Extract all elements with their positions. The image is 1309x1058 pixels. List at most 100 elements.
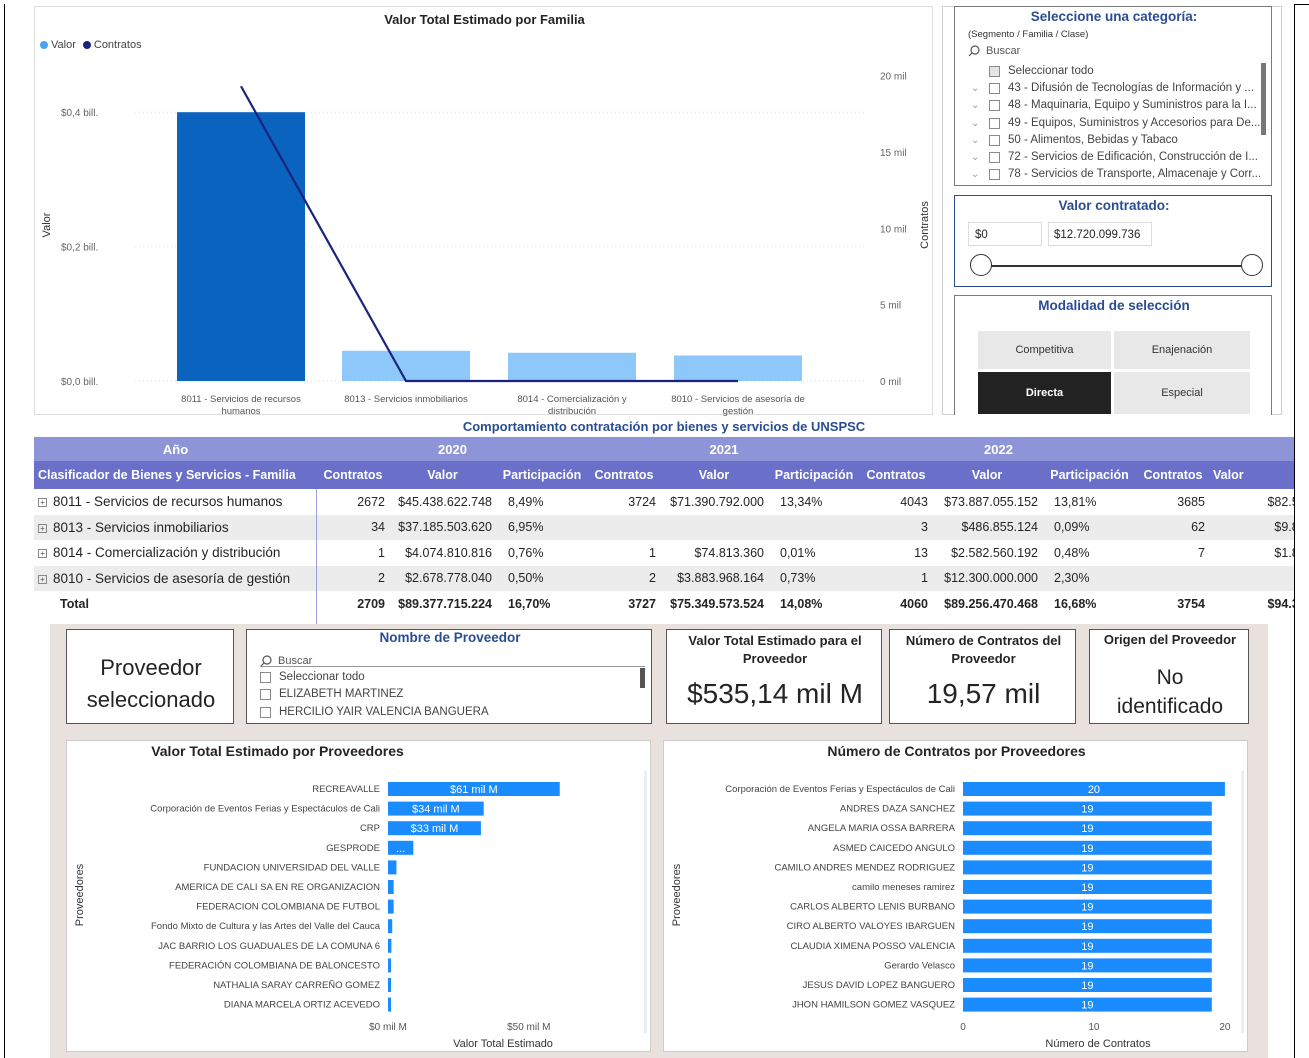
category-label: JHON HAMILSON GOMEZ VASQUEZ bbox=[792, 1000, 955, 1011]
checkbox-icon bbox=[260, 671, 271, 683]
year-2022-header: 2022 bbox=[860, 437, 1137, 461]
modality-slicer[interactable]: Modalidad de selección Competitiva Enaje… bbox=[954, 295, 1272, 415]
table-cell: $3.883.968.164 bbox=[660, 565, 768, 591]
kpi-value-title: Valor Total Estimado para el Proveedor bbox=[688, 633, 862, 666]
category-label: CLAUDIA XIMENA POSSO VALENCIA bbox=[790, 941, 955, 952]
expand-icon[interactable]: + bbox=[38, 523, 47, 533]
col-contratos[interactable]: Contratos bbox=[1137, 461, 1209, 489]
year-2021-header: 2021 bbox=[588, 437, 860, 461]
row-label: +8010 - Servicios de asesoría de gestión bbox=[34, 565, 317, 591]
col-valor[interactable]: Valor bbox=[932, 461, 1042, 489]
provider-item-label: Seleccionar todo bbox=[279, 671, 365, 683]
table-row[interactable]: +8011 - Servicios de recursos humanos 267… bbox=[34, 489, 1294, 515]
value-max-input[interactable]: $12.720.099.736 bbox=[1048, 222, 1152, 246]
range-min-handle[interactable] bbox=[970, 254, 992, 276]
category-select-all[interactable]: Seleccionar todo bbox=[989, 65, 1094, 77]
table-cell: 62 bbox=[1137, 514, 1209, 540]
matrix-title: Comportamiento contratación por bienes y… bbox=[462, 419, 866, 434]
matrix-total-row[interactable]: Total 2709 $89.377.715.224 16,70% 3727 $75.34… bbox=[34, 591, 1294, 617]
bar bbox=[388, 880, 394, 894]
bar bbox=[177, 112, 305, 381]
provider-scrollbar[interactable] bbox=[640, 668, 645, 688]
row-label-text: 8011 - Servicios de recursos humanos bbox=[53, 494, 283, 510]
col-valor[interactable]: Valor bbox=[660, 461, 768, 489]
family-chart-plot: $0,4 bill. $0,2 bill. $0,0 bill. 20 mil 15 m… bbox=[41, 72, 931, 416]
data-label: 19 bbox=[1081, 804, 1093, 816]
table-row[interactable]: +8014 - Comercialización y distribución 1… bbox=[34, 540, 1294, 566]
year-header: Año bbox=[34, 437, 317, 461]
modality-directa-button[interactable]: Directa bbox=[978, 372, 1111, 414]
provider-select-all[interactable]: Seleccionar todo bbox=[260, 671, 365, 683]
select-all-label: Seleccionar todo bbox=[1008, 65, 1094, 77]
value-min-input[interactable]: $0 bbox=[968, 222, 1042, 246]
table-cell: 2709 bbox=[357, 596, 385, 611]
expand-icon[interactable]: + bbox=[38, 574, 47, 584]
chart-scrollbar bbox=[644, 771, 647, 1033]
expand-icon[interactable]: + bbox=[38, 549, 47, 559]
col-contratos[interactable]: Contratos bbox=[860, 461, 932, 489]
provider-search[interactable]: Buscar bbox=[260, 650, 645, 667]
category-item[interactable]: ⌄ 50 - Alimentos, Bebidas y Tabaco bbox=[971, 134, 1178, 146]
col-contratos[interactable]: Contratos bbox=[317, 461, 389, 489]
col-valor[interactable]: Valor bbox=[1209, 461, 1294, 489]
category-item[interactable]: ⌄ 78 - Servicios de Transporte, Almacenaj… bbox=[971, 168, 1261, 180]
x-tick-label: 20 bbox=[1219, 1022, 1231, 1033]
provider-slicer[interactable]: Nombre de Proveedor Buscar Seleccionar t… bbox=[246, 629, 652, 724]
data-label: $61 mil M bbox=[450, 784, 498, 796]
row-label: +8013 - Servicios inmobiliarios bbox=[34, 514, 317, 540]
x-tick-label: humanos bbox=[221, 406, 260, 416]
row-label-text: 8014 - Comercialización y distribución bbox=[53, 545, 281, 561]
table-row[interactable]: +8010 - Servicios de asesoría de gestión… bbox=[34, 565, 1294, 591]
expand-icon[interactable]: + bbox=[38, 498, 47, 508]
table-cell: 2 bbox=[588, 565, 660, 591]
category-search[interactable]: Buscar bbox=[968, 45, 1020, 57]
col-participacion[interactable]: Participación bbox=[1042, 461, 1137, 489]
data-label: 19 bbox=[1081, 960, 1093, 972]
category-label: JESUS DAVID LOPEZ BANGUERO bbox=[803, 980, 955, 991]
provider-selected-card: Proveedor seleccionado bbox=[66, 629, 234, 724]
modality-especial-button[interactable]: Especial bbox=[1114, 372, 1250, 414]
category-label: camilo meneses ramirez bbox=[852, 882, 955, 893]
checkbox-icon bbox=[989, 134, 1000, 146]
col-contratos[interactable]: Contratos bbox=[588, 461, 660, 489]
category-slicer[interactable]: Seleccione una categoría: (Segmento / Fa… bbox=[954, 6, 1272, 186]
category-item[interactable]: ⌄ 49 - Equipos, Suministros y Accesorios … bbox=[971, 117, 1260, 129]
y-right-tick-label: 20 mil bbox=[880, 72, 907, 83]
category-label: CAMILO ANDRES MENDEZ RODRIGUEZ bbox=[774, 862, 955, 873]
kpi-count-title: Número de Contratos del Proveedor bbox=[905, 633, 1062, 666]
y-right-axis-title: Contratos bbox=[919, 201, 931, 249]
table-cell: $2.582.560.192 bbox=[951, 545, 1038, 560]
col-valor[interactable]: Valor bbox=[389, 461, 496, 489]
checkbox-icon bbox=[989, 82, 1000, 94]
row-header[interactable]: Clasificador de Bienes y Servicios - Fam… bbox=[34, 461, 317, 489]
provider-item[interactable]: ELIZABETH MARTINEZ bbox=[260, 688, 403, 700]
col-participacion[interactable]: Participación bbox=[496, 461, 588, 489]
data-label: $34 mil M bbox=[412, 804, 460, 816]
family-chart-panel[interactable]: Valor Total Estimado por Familia Valor C… bbox=[34, 6, 933, 416]
row-label: +8014 - Comercialización y distribución bbox=[34, 540, 317, 566]
category-label: FEDERACION COLOMBIANA DE FUTBOL bbox=[196, 902, 380, 913]
table-cell bbox=[1209, 565, 1294, 591]
provider-count-chart[interactable]: Número de Contratos por Proveedores Corp… bbox=[663, 740, 1248, 1052]
category-slicer-subtitle: (Segmento / Familia / Clase) bbox=[968, 29, 1089, 40]
col-participacion[interactable]: Participación bbox=[768, 461, 860, 489]
value-slicer[interactable]: Valor contratado: $0 $12.720.099.736 bbox=[954, 195, 1272, 287]
modality-competitiva-button[interactable]: Competitiva bbox=[978, 331, 1111, 369]
category-item[interactable]: ⌄ 43 - Difusión de Tecnologías de Informa… bbox=[971, 82, 1254, 94]
range-max-handle[interactable] bbox=[1241, 254, 1263, 276]
kpi-count-number: 19,57 mil bbox=[926, 678, 1041, 709]
table-cell: 1 bbox=[649, 545, 656, 560]
modality-title: Modalidad de selección bbox=[1038, 298, 1190, 313]
range-track bbox=[980, 265, 1252, 267]
table-row[interactable]: +8013 - Servicios inmobiliarios 34 $37.185… bbox=[34, 514, 1294, 540]
category-item[interactable]: ⌄ 48 - Maquinaria, Equipo y Suministros p… bbox=[971, 99, 1257, 111]
provider-item[interactable]: HERCILIO YAIR VALENCIA BANGUERA bbox=[260, 706, 489, 718]
table-cell: 16,68% bbox=[1054, 596, 1097, 611]
category-scrollbar[interactable] bbox=[1261, 63, 1266, 135]
provider-value-chart[interactable]: Valor Total Estimado por Proveedores REC… bbox=[66, 740, 651, 1052]
category-search-placeholder: Buscar bbox=[986, 45, 1021, 57]
category-item[interactable]: ⌄ 72 - Servicios de Edificación, Construc… bbox=[971, 151, 1258, 163]
year-2020-header: 2020 bbox=[317, 437, 588, 461]
table-cell: 3724 bbox=[628, 494, 656, 509]
modality-enajenacion-button[interactable]: Enajenación bbox=[1114, 331, 1250, 369]
